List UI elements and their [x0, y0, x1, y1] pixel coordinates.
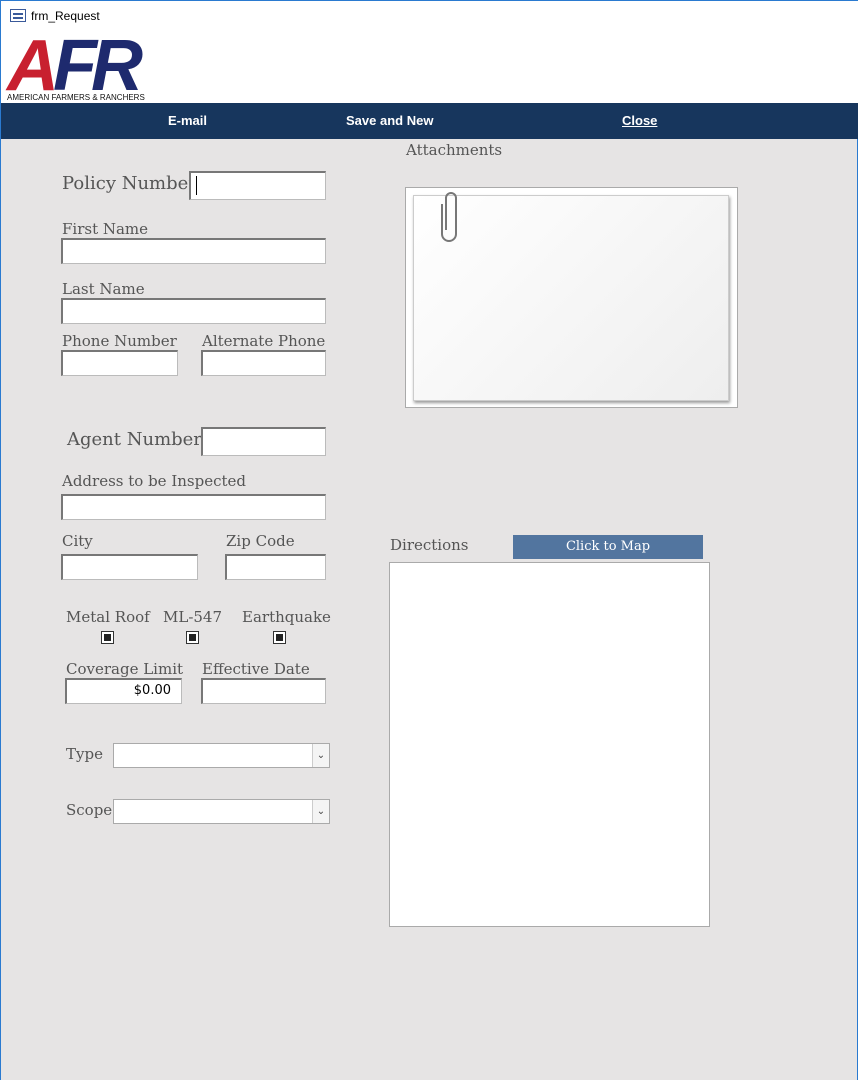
ml547-label: ML-547 — [163, 608, 223, 626]
phone-label: Phone Number — [62, 332, 177, 350]
attachments-label: Attachments — [406, 141, 503, 159]
afr-logo: A FR AMERICAN FARMERS & RANCHERS — [5, 32, 147, 102]
type-combobox[interactable]: ⌄ — [113, 743, 330, 768]
coverage-limit-input[interactable]: $0.00 — [65, 678, 182, 704]
zip-input[interactable] — [225, 554, 326, 580]
close-button[interactable]: Close — [622, 103, 657, 139]
alt-phone-label: Alternate Phone — [202, 332, 326, 350]
svg-text:AMERICAN FARMERS & RANCHERS: AMERICAN FARMERS & RANCHERS — [7, 93, 145, 102]
svg-text:A: A — [5, 32, 54, 102]
address-input[interactable] — [61, 494, 326, 520]
attachments-control[interactable] — [405, 187, 738, 408]
title-bar: frm_Request — [1, 0, 858, 28]
first-name-label: First Name — [62, 220, 149, 238]
click-to-map-button[interactable]: Click to Map — [513, 535, 703, 559]
last-name-label: Last Name — [62, 280, 145, 298]
effective-date-input[interactable] — [201, 678, 326, 704]
city-label: City — [62, 532, 93, 550]
policy-number-input[interactable] — [189, 171, 326, 200]
metal-roof-checkbox[interactable] — [101, 631, 114, 644]
scope-combobox[interactable]: ⌄ — [113, 799, 330, 824]
last-name-input[interactable] — [61, 298, 326, 324]
first-name-input[interactable] — [61, 238, 326, 264]
svg-text:FR: FR — [53, 32, 143, 102]
zip-label: Zip Code — [226, 532, 295, 550]
alt-phone-input[interactable] — [201, 350, 326, 376]
chevron-down-icon[interactable]: ⌄ — [312, 744, 329, 767]
window-title: frm_Request — [31, 9, 100, 23]
email-button[interactable]: E-mail — [168, 103, 207, 139]
header: A FR AMERICAN FARMERS & RANCHERS — [1, 28, 858, 103]
agent-number-input[interactable] — [201, 427, 326, 456]
agent-number-label: Agent Number — [67, 429, 202, 450]
policy-number-label: Policy Number — [62, 173, 197, 194]
coverage-limit-label: Coverage Limit — [66, 660, 184, 678]
toolbar: E-mail Save and New Close — [1, 103, 858, 139]
type-label: Type — [66, 745, 103, 763]
address-label: Address to be Inspected — [62, 472, 246, 490]
metal-roof-label: Metal Roof — [66, 608, 150, 626]
paperclip-icon — [441, 192, 457, 242]
earthquake-checkbox[interactable] — [273, 631, 286, 644]
phone-input[interactable] — [61, 350, 178, 376]
directions-label: Directions — [390, 536, 469, 554]
city-input[interactable] — [61, 554, 198, 580]
chevron-down-icon[interactable]: ⌄ — [312, 800, 329, 823]
directions-textarea[interactable] — [389, 562, 710, 927]
form-icon — [10, 9, 26, 22]
scope-label: Scope — [66, 801, 113, 819]
effective-date-label: Effective Date — [202, 660, 310, 678]
earthquake-label: Earthquake — [242, 608, 331, 626]
save-and-new-button[interactable]: Save and New — [346, 103, 433, 139]
ml547-checkbox[interactable] — [186, 631, 199, 644]
